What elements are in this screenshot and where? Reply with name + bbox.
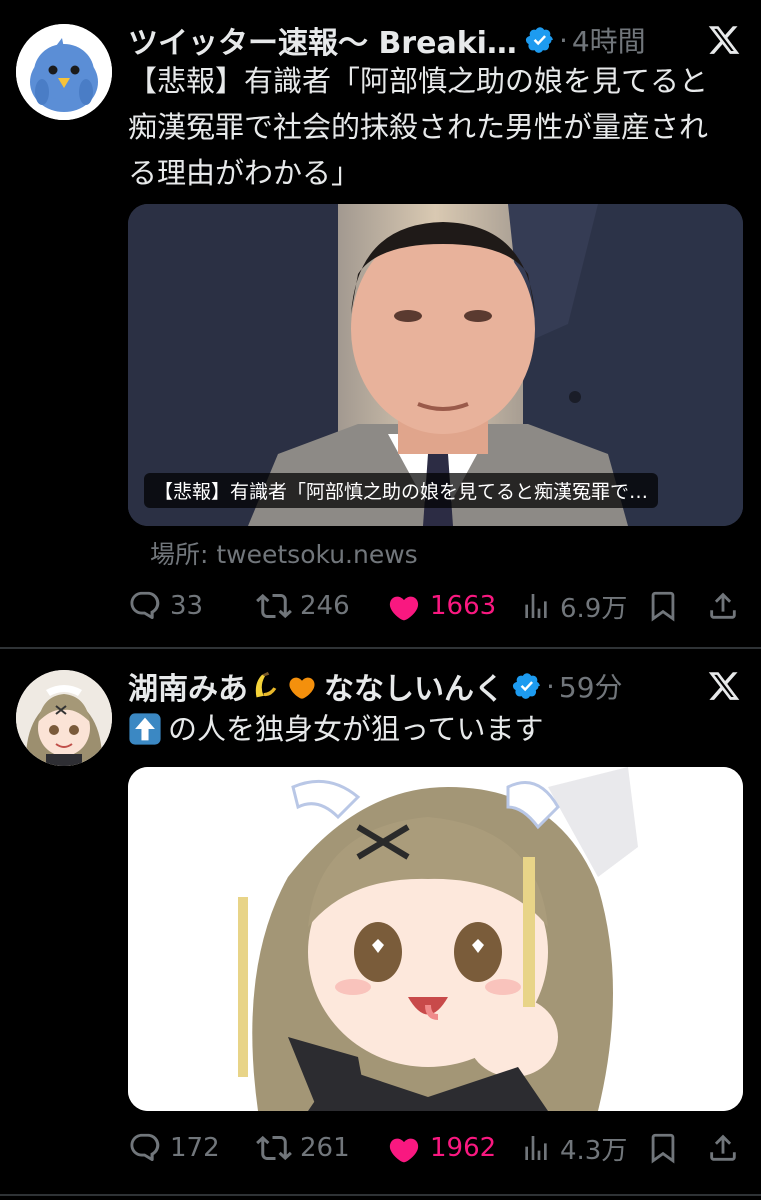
separator-dot: · xyxy=(558,23,568,57)
blue-bird-icon xyxy=(16,24,112,120)
up-arrow-emoji-icon xyxy=(129,713,161,745)
bookmark-icon xyxy=(651,591,675,622)
tweet-text-line: る理由がわかる」 xyxy=(128,156,361,190)
tweet-header: ツイッター速報〜 Breaki… · 4時間 xyxy=(128,18,646,62)
views-button[interactable]: 4.3万 xyxy=(520,1126,627,1170)
author-name-prefix[interactable]: 湖南みあ xyxy=(128,664,248,708)
bookmark-icon xyxy=(651,1133,675,1164)
tweet-divider xyxy=(0,647,761,649)
tweet-image[interactable] xyxy=(128,767,743,1111)
heart-filled-icon xyxy=(389,1138,419,1163)
reply-icon xyxy=(130,1133,160,1162)
like-button[interactable]: 1663 xyxy=(386,584,496,628)
bookmark-button[interactable] xyxy=(646,1126,688,1170)
reply-icon xyxy=(130,591,160,620)
link-card-image[interactable]: 【悲報】有識者「阿部慎之助の娘を見てると痴漢冤罪で… xyxy=(128,204,743,526)
timestamp[interactable]: 59分 xyxy=(559,666,623,706)
views-button[interactable]: 6.9万 xyxy=(520,584,627,628)
reply-button[interactable]: 33 xyxy=(128,584,203,628)
share-button[interactable] xyxy=(706,1126,748,1170)
tweet-text-body: の人を独身女が狙っています xyxy=(168,712,544,746)
action-bar: 172 261 1962 4.3万 xyxy=(128,1126,743,1170)
verified-badge-icon xyxy=(525,27,553,53)
reply-count: 172 xyxy=(170,1133,220,1163)
link-source[interactable]: 場所: tweetsoku.news xyxy=(150,535,418,571)
share-icon xyxy=(710,592,736,619)
separator-dot: · xyxy=(546,669,555,703)
views-chart-icon xyxy=(525,1136,547,1160)
author-name[interactable]: ツイッター速報〜 Breaki… xyxy=(128,18,517,62)
avatar[interactable] xyxy=(16,670,112,766)
tweet[interactable]: ツイッター速報〜 Breaki… · 4時間 【悲報】有識者「阿部慎之助の娘を見… xyxy=(0,0,761,648)
avatar[interactable] xyxy=(16,24,112,120)
share-button[interactable] xyxy=(706,584,748,628)
views-chart-icon xyxy=(525,594,547,618)
x-logo-icon xyxy=(708,26,740,54)
retweet-button[interactable]: 246 xyxy=(256,584,350,628)
card-caption: 【悲報】有識者「阿部慎之助の娘を見てると痴漢冤罪で… xyxy=(144,473,659,508)
x-logo-icon xyxy=(708,672,740,700)
tweet-text-line: 【悲報】有識者「阿部慎之助の娘を見てると xyxy=(128,64,709,98)
like-count: 1962 xyxy=(430,1133,497,1163)
author-name-suffix[interactable]: ななしいんく xyxy=(324,664,504,708)
orange-heart-icon xyxy=(289,677,315,699)
tweet-text-line: 痴漢冤罪で社会的抹殺された男性が量産され xyxy=(128,110,709,144)
retweet-icon xyxy=(256,1135,292,1161)
reply-count: 33 xyxy=(170,591,204,621)
verified-badge-icon xyxy=(512,673,540,699)
retweet-icon xyxy=(256,593,292,619)
reply-button[interactable]: 172 xyxy=(128,1126,220,1170)
tweet-text: 【悲報】有識者「阿部慎之助の娘を見てると 痴漢冤罪で社会的抹殺された男性が量産さ… xyxy=(128,58,738,196)
anime-illustration xyxy=(128,767,743,1111)
tweet-divider xyxy=(0,1194,761,1196)
heart-filled-icon xyxy=(389,596,419,621)
retweet-button[interactable]: 261 xyxy=(256,1126,350,1170)
action-bar: 33 246 1663 6.9万 xyxy=(128,584,743,628)
timestamp[interactable]: 4時間 xyxy=(572,20,646,60)
retweet-count: 246 xyxy=(300,591,350,621)
tweet-text: の人を独身女が狙っています xyxy=(128,706,738,752)
anime-girl-avatar-icon xyxy=(16,670,112,766)
retweet-count: 261 xyxy=(300,1133,350,1163)
views-count: 4.3万 xyxy=(560,1135,628,1166)
banana-emoji-icon xyxy=(255,671,277,698)
share-icon xyxy=(710,1134,736,1161)
like-button[interactable]: 1962 xyxy=(386,1126,496,1170)
bookmark-button[interactable] xyxy=(646,584,688,628)
views-count: 6.9万 xyxy=(560,593,628,624)
tweet-header: 湖南みあ ななしいんく · 59分 xyxy=(128,664,623,708)
like-count: 1663 xyxy=(430,591,497,621)
